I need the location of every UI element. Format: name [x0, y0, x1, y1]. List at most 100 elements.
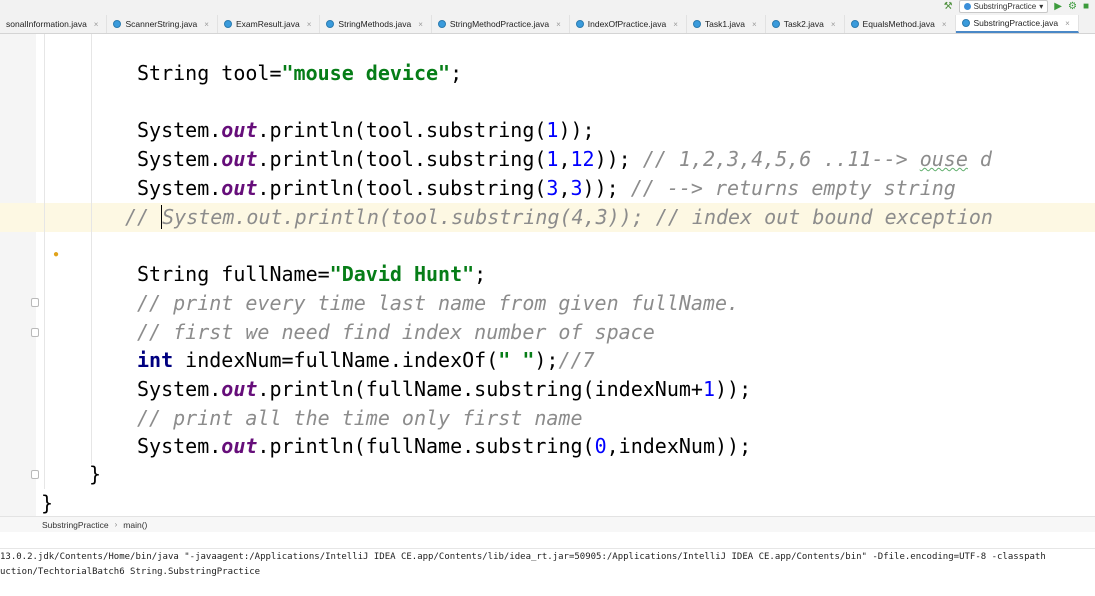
- code-line-current: // System.out.println(tool.substring(4,3…: [125, 203, 993, 232]
- code-line: }: [41, 489, 53, 518]
- code-text: .println(fullName.substring(: [257, 434, 595, 458]
- code-comment: // print every time last name from given…: [137, 291, 740, 315]
- tab-active[interactable]: SubstringPractice.java ×: [955, 15, 1079, 33]
- code-keyword: int: [137, 348, 174, 372]
- code-string: "David Hunt": [329, 262, 475, 286]
- code-field: out: [221, 118, 258, 142]
- java-class-icon: [575, 20, 584, 28]
- java-class-icon: [437, 20, 446, 28]
- code-comment: //: [125, 205, 162, 229]
- close-icon[interactable]: ×: [1065, 19, 1070, 28]
- fold-marker[interactable]: [31, 298, 39, 307]
- code-text: ,: [558, 147, 571, 171]
- tab-label: EqualsMethod.java: [862, 19, 935, 29]
- close-icon[interactable]: ×: [673, 20, 678, 29]
- code-text: .println(tool.substring(: [257, 176, 547, 200]
- hammer-icon[interactable]: ⚒: [944, 1, 953, 12]
- tab-label: StringMethodPractice.java: [449, 19, 550, 29]
- code-text: ,indexNum));: [606, 434, 752, 458]
- tab[interactable]: StringMethods.java ×: [320, 15, 432, 33]
- code-line: // print all the time only first name: [137, 404, 583, 433]
- top-toolbar: ⚒ SubstringPractice ▾ ▶ ⚙ ■: [909, 0, 1095, 13]
- close-icon[interactable]: ×: [204, 20, 209, 29]
- code-number: 1: [546, 147, 559, 171]
- tab-label: Task1.java: [704, 19, 746, 29]
- code-field: out: [221, 176, 258, 200]
- code-number: 1: [546, 118, 559, 142]
- breadcrumb-separator: ›: [114, 520, 118, 529]
- code-line: System.out.println(fullName.substring(in…: [137, 375, 751, 404]
- tab[interactable]: ExamResult.java ×: [218, 15, 321, 33]
- code-text: .println(tool.substring(: [257, 118, 547, 142]
- code-text: System.: [137, 434, 222, 458]
- code-line: System.out.println(tool.substring(1));: [137, 116, 595, 145]
- close-icon[interactable]: ×: [556, 20, 561, 29]
- close-icon[interactable]: ×: [418, 20, 423, 29]
- console-line: uction/TechtorialBatch6 String.Substring…: [0, 567, 261, 577]
- java-class-icon: [113, 20, 122, 28]
- tab[interactable]: Task1.java ×: [687, 15, 766, 33]
- code-text: .println(tool.substring(: [257, 147, 547, 171]
- run-configuration-label: SubstringPractice: [973, 2, 1037, 11]
- code-editor[interactable]: ● String tool="mouse device"; System.out…: [0, 34, 1095, 516]
- tab[interactable]: Task2.java ×: [766, 15, 845, 33]
- java-class-icon: [850, 20, 859, 28]
- run-panel-header: [0, 532, 1095, 549]
- code-text: System.: [137, 118, 222, 142]
- code-number: 1: [702, 377, 715, 401]
- code-string: " ": [498, 348, 535, 372]
- tab-label: ExamResult.java: [235, 19, 300, 29]
- code-line: }: [89, 460, 101, 489]
- code-field: out: [221, 377, 258, 401]
- code-text: );: [534, 348, 559, 372]
- code-field: out: [221, 434, 258, 458]
- run-icon[interactable]: ▶: [1054, 1, 1062, 12]
- code-brace: }: [41, 491, 54, 515]
- indent-guide: [44, 34, 45, 489]
- fold-marker[interactable]: [31, 328, 39, 337]
- java-class-icon: [223, 20, 232, 28]
- tab[interactable]: StringMethodPractice.java ×: [432, 15, 570, 33]
- code-text: ,: [558, 176, 571, 200]
- more-icon[interactable]: ■: [1083, 1, 1089, 12]
- fold-marker[interactable]: [31, 470, 39, 479]
- tab[interactable]: sonalInformation.java ×: [0, 15, 108, 33]
- code-comment: // first we need find index number of sp…: [137, 320, 655, 344]
- chevron-down-icon: ▾: [1039, 2, 1044, 11]
- run-console[interactable]: 13.0.2.jdk/Contents/Home/bin/java "-java…: [0, 549, 1095, 596]
- editor-tab-bar: ⚒ SubstringPractice ▾ ▶ ⚙ ■ sonalInforma…: [0, 0, 1095, 34]
- code-line: System.out.println(tool.substring(1,12))…: [137, 145, 992, 174]
- tab[interactable]: EqualsMethod.java ×: [845, 15, 956, 33]
- console-line: 13.0.2.jdk/Contents/Home/bin/java "-java…: [0, 552, 1046, 562]
- tab-label: IndexOfPractice.java: [587, 19, 667, 29]
- tab-label: SubstringPractice.java: [973, 18, 1059, 28]
- run-configuration-select[interactable]: SubstringPractice ▾: [958, 0, 1049, 13]
- lightbulb-icon[interactable]: ●: [53, 249, 59, 260]
- close-icon[interactable]: ×: [752, 20, 757, 29]
- close-icon[interactable]: ×: [942, 20, 947, 29]
- code-number: 12: [570, 147, 595, 171]
- indent-guide: [91, 34, 92, 464]
- breadcrumb-class[interactable]: SubstringPractice: [42, 520, 109, 530]
- tab[interactable]: IndexOfPractice.java ×: [570, 15, 687, 33]
- java-class-icon: [963, 3, 971, 10]
- code-text: ));: [715, 377, 752, 401]
- java-class-icon: [692, 20, 701, 28]
- code-line: System.out.println(tool.substring(3,3));…: [137, 174, 956, 203]
- editor-gutter: [0, 34, 36, 516]
- close-icon[interactable]: ×: [307, 20, 312, 29]
- code-text: System.: [137, 176, 222, 200]
- code-text: System.: [137, 377, 222, 401]
- code-comment: // print all the time only first name: [137, 406, 583, 430]
- tab[interactable]: ScannerString.java ×: [107, 15, 218, 33]
- close-icon[interactable]: ×: [831, 20, 836, 29]
- close-icon[interactable]: ×: [94, 20, 99, 29]
- code-line: int indexNum=fullName.indexOf(" ");//7: [137, 346, 595, 375]
- breadcrumb: SubstringPractice › main(): [0, 516, 1095, 532]
- code-text: String tool=: [137, 61, 282, 85]
- debug-icon[interactable]: ⚙: [1068, 1, 1077, 12]
- breadcrumb-method[interactable]: main(): [123, 520, 147, 530]
- code-number: 0: [594, 434, 607, 458]
- tab-label: Task2.java: [783, 19, 824, 29]
- code-text: ));: [594, 147, 643, 171]
